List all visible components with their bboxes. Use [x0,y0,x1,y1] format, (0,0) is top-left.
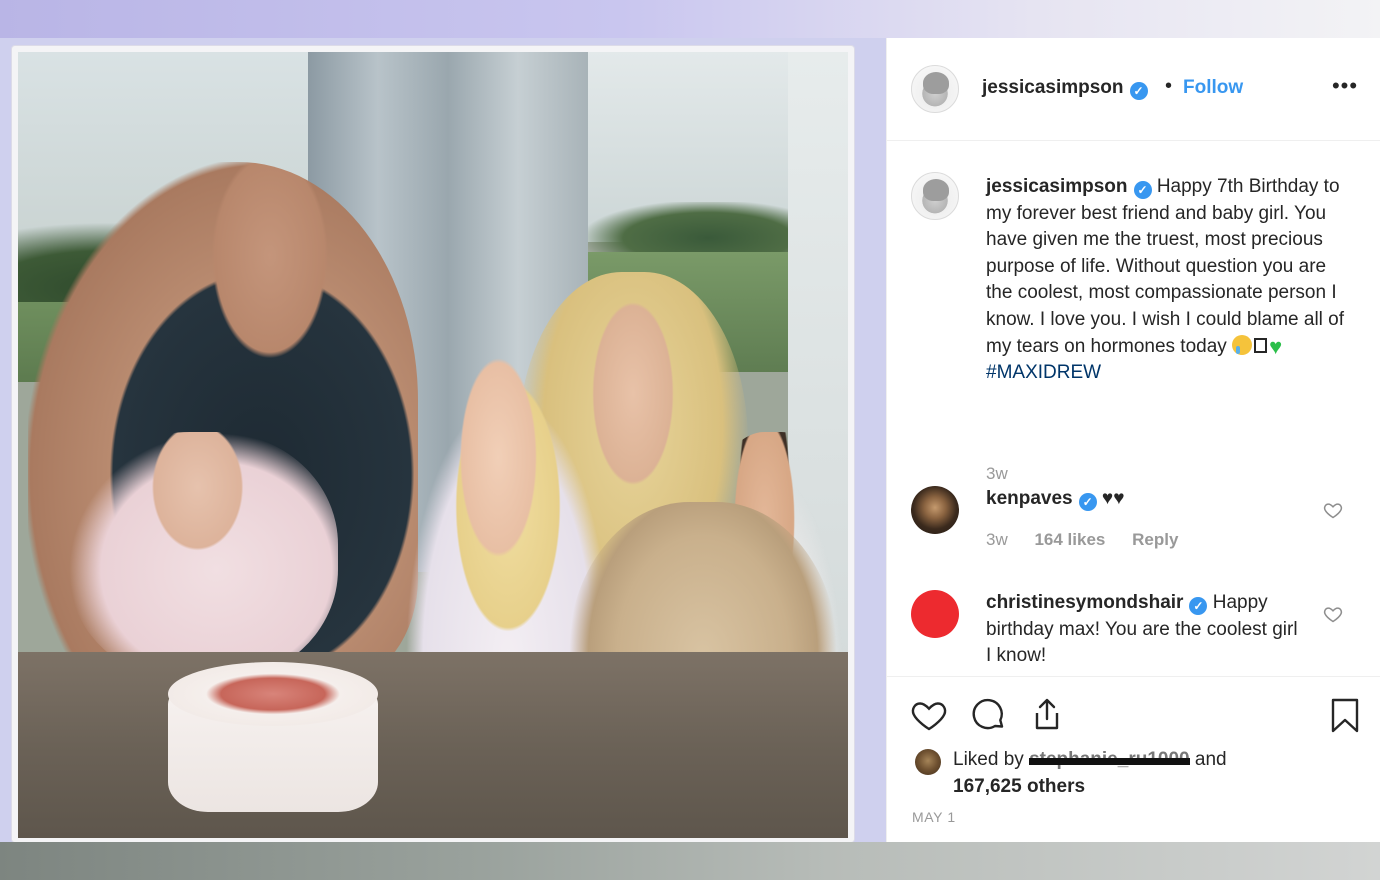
commenter-avatar[interactable] [911,486,959,534]
post-photo[interactable] [18,52,848,838]
share-icon[interactable] [1027,695,1067,735]
follow-button[interactable]: Follow [1183,77,1243,99]
liked-by-user-redacted[interactable]: stephanie_ru1000 [1029,747,1190,774]
photo-table [18,652,848,838]
author-avatar[interactable] [911,65,959,113]
post-photo-area [0,38,886,842]
liked-by-prefix: Liked by [953,749,1024,770]
commenter-username[interactable]: kenpaves [986,488,1073,509]
polaroid-frame [12,46,854,842]
photo-person-baby [68,432,338,682]
green-heart-emoji-icon: ♥ [1269,333,1283,359]
commenter-username[interactable]: christinesymondshair [986,592,1183,613]
backdrop-top [0,0,1380,38]
comment-body: kenpaves ✓ ♥♥ [986,486,1316,513]
verified-badge-icon: ✓ [1133,181,1152,199]
backdrop-bottom [0,842,1380,880]
caption-username[interactable]: jessicasimpson [986,176,1128,197]
more-options-icon[interactable]: ••• [1325,66,1365,106]
caption-avatar[interactable] [911,172,959,220]
caption-text-block: jessicasimpson ✓ Happy 7th Birthday to my… [986,174,1356,387]
comment-text: ♥♥ [1101,488,1125,509]
liker-avatar[interactable] [915,749,941,775]
comment-body: christinesymondshair ✓ Happy birthday max… [986,590,1306,670]
comment-meta: 3w 164 likes Reply [986,530,1200,550]
missing-glyph-icon [1254,337,1268,353]
author-username-row: jessicasimpson ✓ [982,77,1148,100]
likes-count[interactable]: 167,625 others [953,776,1085,797]
comment-time[interactable]: 3w [986,530,1008,549]
liked-by-and: and [1194,749,1227,770]
comment-bubble-icon[interactable] [969,695,1009,735]
commenter-avatar[interactable] [911,590,959,638]
post-side-panel: jessicasimpson ✓ • Follow ••• jessicasimp… [886,38,1380,842]
post-actions: Liked by stephanie_ru1000 and 167,625 ot… [887,676,1380,842]
bookmark-icon[interactable] [1325,695,1365,735]
liked-by-text: Liked by stephanie_ru1000 and 167,625 ot… [953,747,1353,800]
post-header: jessicasimpson ✓ • Follow ••• [887,38,1380,141]
verified-badge-icon: ✓ [1078,493,1097,511]
verified-badge-icon: ✓ [1129,82,1148,100]
heart-icon[interactable] [909,695,949,735]
crying-emoji-icon [1232,334,1253,355]
post-date[interactable]: MAY 1 [912,809,956,825]
comment-likes[interactable]: 164 likes [1034,530,1105,549]
comment-heart-outline-icon[interactable] [1323,604,1343,624]
caption-time[interactable]: 3w [986,464,1008,484]
verified-badge-icon: ✓ [1189,597,1208,615]
caption-text: Happy 7th Birthday to my forever best fr… [986,176,1345,357]
comment-heart-outline-icon[interactable] [1323,500,1343,520]
header-separator: • [1165,75,1173,97]
photo-cake [168,652,378,822]
author-username[interactable]: jessicasimpson [982,77,1124,98]
reply-button[interactable]: Reply [1132,530,1178,549]
hashtag-link[interactable]: #MAXIDREW [986,362,1101,383]
comments-list[interactable]: jessicasimpson ✓ Happy 7th Birthday to my… [887,142,1380,676]
